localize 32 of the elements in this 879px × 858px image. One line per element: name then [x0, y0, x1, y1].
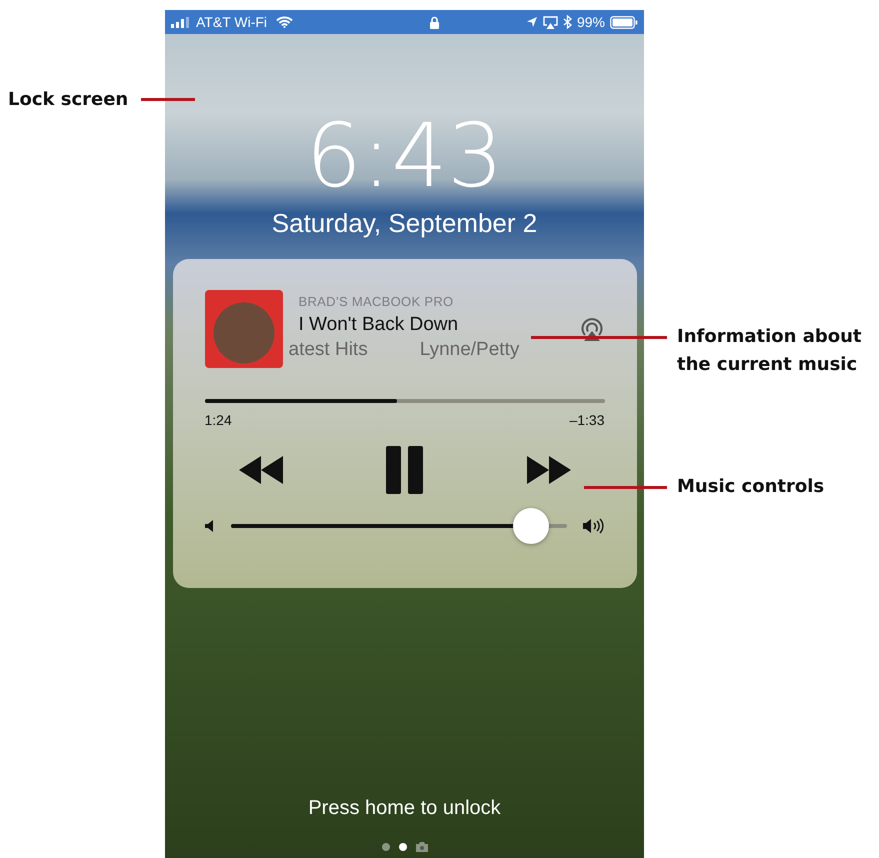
airplay-icon	[542, 16, 558, 28]
volume-slider[interactable]	[230, 508, 566, 544]
callout-label: Music controls	[677, 475, 826, 499]
rewind-button[interactable]	[238, 456, 282, 484]
speaker-loud-icon	[582, 518, 604, 534]
unlock-hint: Press home to unlock	[308, 797, 501, 820]
signal-icon	[171, 16, 191, 28]
clock-date: Saturday, September 2	[272, 208, 538, 239]
remaining-time: –1:33	[569, 412, 604, 428]
volume-thumb[interactable]	[512, 508, 548, 544]
lock-icon	[429, 16, 440, 28]
battery-percentage: 99%	[576, 14, 605, 30]
leader-line	[141, 98, 195, 101]
artist-name: Lynne/Petty	[420, 339, 520, 361]
clock-time: 6:43	[306, 106, 504, 206]
elapsed-time: 1:24	[204, 412, 232, 428]
album-name: atest Hits	[288, 339, 368, 361]
carrier-name: AT&T Wi-Fi	[196, 14, 268, 30]
song-title: I Won't Back Down	[298, 314, 460, 336]
page-dot[interactable]	[398, 843, 406, 851]
battery-icon	[610, 16, 638, 28]
page-dot[interactable]	[382, 843, 390, 851]
callout-label: Information about the current music	[677, 325, 863, 377]
location-arrow-icon	[526, 16, 538, 28]
pause-button[interactable]	[386, 446, 424, 494]
camera-icon[interactable]	[416, 842, 428, 852]
speaker-low-icon	[204, 520, 214, 532]
callout-label: Lock screen	[8, 88, 130, 112]
bluetooth-icon	[562, 15, 572, 29]
wifi-icon	[276, 16, 294, 28]
fast-forward-button[interactable]	[526, 456, 570, 484]
output-device-label: BRAD’S MACBOOK PRO	[298, 294, 454, 309]
